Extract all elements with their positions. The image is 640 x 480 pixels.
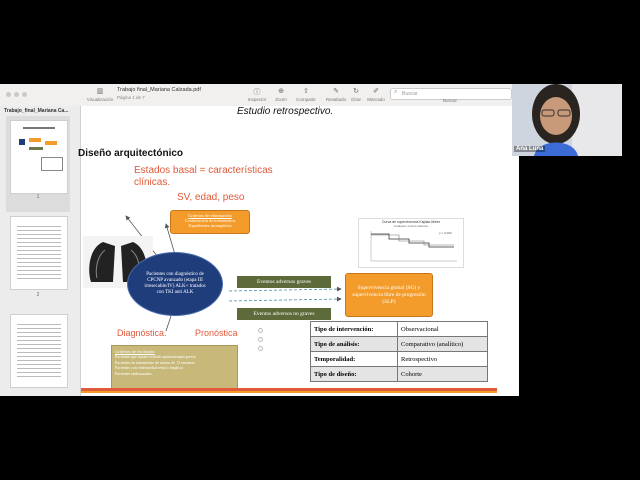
exclusion-line-4: Pacientes embarazadas	[115, 370, 152, 376]
diagnostic-text: Diagnóstica.	[117, 328, 167, 338]
zoom-window-button[interactable]	[22, 92, 27, 97]
survival-text: Supervivencia global (SG) y supervivenci…	[352, 284, 426, 305]
markup-label: Marcado	[367, 97, 385, 102]
table-row: Tipo de intervención: Observacional	[310, 321, 488, 337]
page-label-1: 1	[36, 194, 40, 200]
table-value: Cohorte	[397, 366, 488, 382]
elimination-line-2: Expedientes incompletos	[188, 223, 232, 228]
search-placeholder: Buscar	[402, 91, 418, 97]
exclusion-criteria-box: Criterios de exclusión Pacientes que hay…	[111, 345, 238, 389]
thumbnail-sidebar: Trabajo_final_Mariana Ca... 1 2 ⊕	[0, 106, 81, 396]
table-value: Retrospectivo	[397, 351, 488, 367]
share-label: Compartir	[296, 97, 316, 102]
pdf-viewer-window: ▥ Visualización Trabajo final_Mariana Ca…	[0, 84, 519, 396]
severe-adverse-box: Eventos adversos graves	[237, 276, 331, 288]
km-legend: p = 0.000	[439, 231, 452, 235]
table-key: Temporalidad:	[310, 351, 398, 367]
kaplan-meier-plot: Curva de supervivencia Kaplan-Meier Cual…	[358, 218, 464, 268]
nonsevere-adverse-text: Eventos adversos no graves	[253, 311, 315, 317]
table-key: Tipo de diseño:	[310, 366, 398, 382]
table-value: Observacional	[397, 321, 488, 337]
severe-adverse-text: Eventos adversos graves	[256, 279, 312, 285]
minimize-window-button[interactable]	[14, 92, 19, 97]
participant-name: Ana Luna	[514, 146, 546, 152]
share-icon[interactable]: ⇧	[296, 87, 316, 95]
highlight-icon[interactable]: ✎	[326, 87, 346, 95]
dot-markers	[258, 328, 263, 351]
slide-page: Estudio retrospectivo. Diseño arquitectó…	[78, 106, 519, 396]
elimination-criteria-box: Criterios de eliminación Continuación de…	[170, 210, 250, 234]
zoom-icon[interactable]: ⊕	[271, 87, 291, 95]
document-title: Trabajo final_Mariana Calzada.pdf	[117, 87, 201, 93]
info-icon[interactable]: ⓘ	[247, 87, 267, 97]
toolbar: ▥ Visualización Trabajo final_Mariana Ca…	[0, 84, 519, 107]
rotate-icon[interactable]: ↻	[346, 87, 366, 95]
close-window-button[interactable]	[6, 92, 11, 97]
table-value: Comparativo (analítico)	[397, 336, 488, 352]
km-subtitle: Cualquier evento adverso	[393, 224, 429, 228]
view-label: Visualización	[86, 97, 114, 102]
page-thumbnail-3[interactable]	[10, 314, 68, 388]
markup-icon[interactable]: ✐	[366, 87, 386, 95]
sidebar-toggle-icon[interactable]: ▥	[90, 87, 110, 95]
page-indicator: Página 1 de 7	[117, 95, 145, 100]
search-label: Buscar	[442, 98, 457, 103]
table-row: Temporalidad: Retrospectivo	[310, 351, 488, 367]
table-key: Tipo de análisis:	[310, 336, 398, 352]
sidebar-title: Trabajo_final_Mariana Ca...	[4, 108, 69, 114]
study-design-table: Tipo de intervención: Observacional Tipo…	[310, 321, 488, 382]
nonsevere-adverse-box: Eventos adversos no graves	[237, 308, 331, 320]
search-icon: ⌕	[394, 89, 398, 95]
oval-text: Pacientes con diagnóstico de CPCNP avanz…	[144, 272, 206, 295]
page-thumbnail-2[interactable]	[10, 216, 68, 290]
table-row: Tipo de análisis: Comparativo (analítico…	[310, 336, 488, 352]
patient-population-oval: Pacientes con diagnóstico de CPCNP avanz…	[127, 252, 223, 316]
footer-bar-secondary	[81, 391, 497, 393]
page-thumbnail-1[interactable]	[10, 120, 68, 194]
page-label-2: 2	[36, 292, 40, 298]
survival-box: Supervivencia global (SG) y supervivenci…	[345, 273, 433, 317]
table-key: Tipo de intervención:	[310, 321, 398, 337]
table-row: Tipo de diseño: Cohorte	[310, 366, 488, 382]
prognostic-text: Pronóstica	[195, 328, 238, 338]
participant-video-tile[interactable]: Ana Luna	[512, 84, 622, 156]
